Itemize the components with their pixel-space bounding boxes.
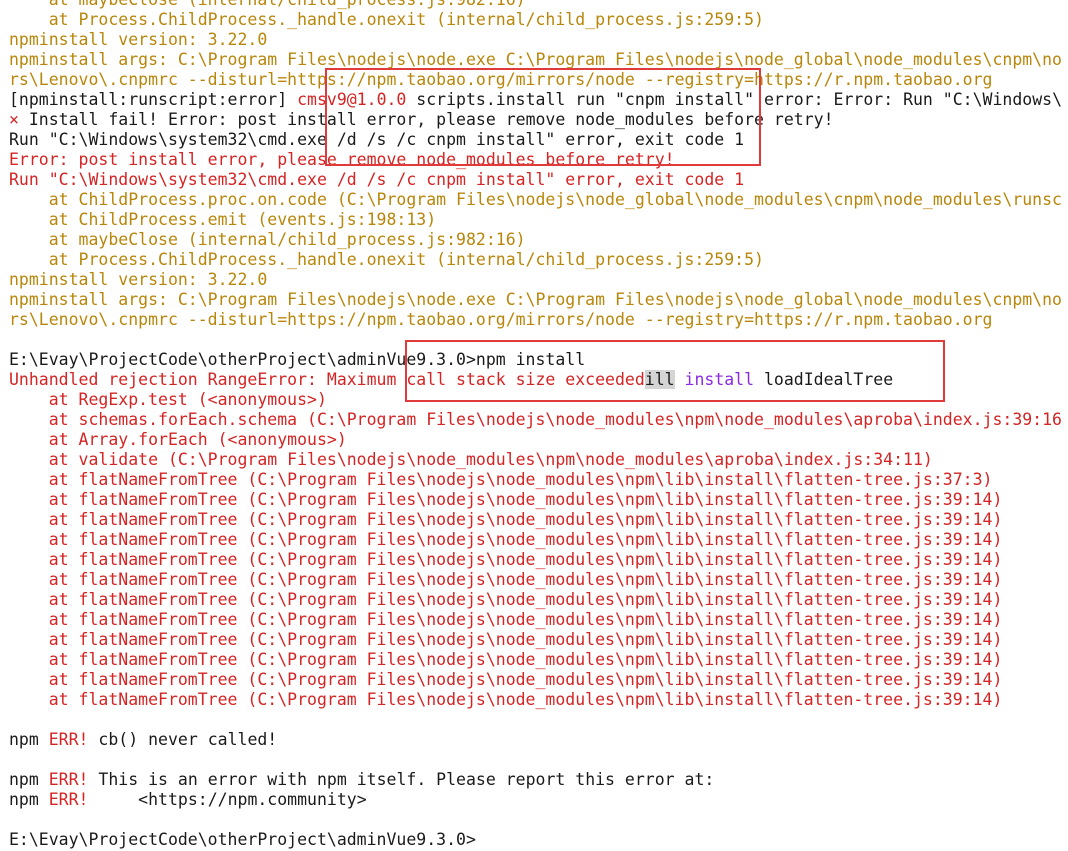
terminal-text-segment: npm xyxy=(9,730,49,749)
terminal-text-segment: at Process.ChildProcess._handle.onexit (… xyxy=(9,250,764,269)
terminal-text-segment: at flatNameFromTree (C:\Program Files\no… xyxy=(9,610,1003,629)
terminal-line: at RegExp.test (<anonymous>) xyxy=(9,390,1062,410)
terminal-text-segment: npminstall version: 3.22.0 xyxy=(9,30,268,49)
terminal-text-segment: at flatNameFromTree (C:\Program Files\no… xyxy=(9,590,1003,609)
terminal-line: at flatNameFromTree (C:\Program Files\no… xyxy=(9,590,1062,610)
terminal-line: at flatNameFromTree (C:\Program Files\no… xyxy=(9,490,1062,510)
terminal-line: at flatNameFromTree (C:\Program Files\no… xyxy=(9,530,1062,550)
terminal-text-segment: ERR! xyxy=(48,770,89,789)
terminal-line: at validate (C:\Program Files\nodejs\nod… xyxy=(9,450,1062,470)
terminal-text-segment: at flatNameFromTree (C:\Program Files\no… xyxy=(9,650,1003,669)
terminal-text-segment: at flatNameFromTree (C:\Program Files\no… xyxy=(9,470,993,489)
terminal-text-segment: E:\Evay\ProjectCode\otherProject\adminVu… xyxy=(9,350,586,369)
terminal-text-segment: E:\Evay\ProjectCode\otherProject\adminVu… xyxy=(9,830,476,849)
terminal-text-segment: at flatNameFromTree (C:\Program Files\no… xyxy=(9,510,1003,529)
terminal-text-segment: at maybeClose (internal/child_process.js… xyxy=(9,230,526,249)
terminal-text-segment: at flatNameFromTree (C:\Program Files\no… xyxy=(9,530,1003,549)
terminal-line: E:\Evay\ProjectCode\otherProject\adminVu… xyxy=(9,350,1062,370)
terminal-line: npminstall args: C:\Program Files\nodejs… xyxy=(9,290,1062,310)
terminal-line: Run "C:\Windows\system32\cmd.exe /d /s /… xyxy=(9,170,1062,190)
terminal-text-segment: at Process.ChildProcess._handle.onexit (… xyxy=(9,10,764,29)
terminal-text-segment: at flatNameFromTree (C:\Program Files\no… xyxy=(9,550,1003,569)
terminal-text-segment: ERR! xyxy=(48,790,89,809)
terminal-text-segment: at maybeClose (internal/child_process.js… xyxy=(9,0,526,9)
terminal-line: at ChildProcess.proc.on.code (C:\Program… xyxy=(9,190,1062,210)
terminal-text-segment: at flatNameFromTree (C:\Program Files\no… xyxy=(9,690,1003,709)
terminal-line: at flatNameFromTree (C:\Program Files\no… xyxy=(9,510,1062,530)
terminal-line: at Process.ChildProcess._handle.onexit (… xyxy=(9,250,1062,270)
terminal-text-segment: at validate (C:\Program Files\nodejs\nod… xyxy=(9,450,933,469)
terminal-text-segment: cmsv9@1.0.0 xyxy=(297,90,407,109)
terminal-line: npm ERR! <https://npm.community> xyxy=(9,790,1062,810)
terminal-text-segment: at flatNameFromTree (C:\Program Files\no… xyxy=(9,630,1003,649)
terminal-line: npminstall args: C:\Program Files\nodejs… xyxy=(9,50,1062,70)
terminal-text-segment: rs\Lenovo\.cnpmrc --disturl=https://npm.… xyxy=(9,70,993,89)
terminal-text-segment: at flatNameFromTree (C:\Program Files\no… xyxy=(9,490,1003,509)
terminal-line: at flatNameFromTree (C:\Program Files\no… xyxy=(9,610,1062,630)
terminal-line: at Process.ChildProcess._handle.onexit (… xyxy=(9,10,1062,30)
terminal-text-segment: This is an error with npm itself. Please… xyxy=(88,770,715,789)
terminal-text-segment: Unhandled rejection RangeError: Maximum … xyxy=(9,370,645,389)
terminal-text-segment: <https://npm.community> xyxy=(88,790,367,809)
terminal-line: at flatNameFromTree (C:\Program Files\no… xyxy=(9,630,1062,650)
terminal-text-segment: Run "C:\Windows\system32\cmd.exe /d /s /… xyxy=(9,170,745,189)
terminal-text-segment: Run "C:\Windows\system32\cmd.exe /d /s /… xyxy=(9,130,745,149)
terminal-line: at flatNameFromTree (C:\Program Files\no… xyxy=(9,570,1062,590)
terminal-line: at flatNameFromTree (C:\Program Files\no… xyxy=(9,670,1062,690)
terminal-text-segment: Install fail! Error: post install error,… xyxy=(28,110,834,129)
terminal-line: Run "C:\Windows\system32\cmd.exe /d /s /… xyxy=(9,130,1062,150)
terminal-line: E:\Evay\ProjectCode\otherProject\adminVu… xyxy=(9,830,1062,850)
terminal-line: Unhandled rejection RangeError: Maximum … xyxy=(9,370,1062,390)
terminal-text-segment: npminstall version: 3.22.0 xyxy=(9,270,268,289)
terminal-text-segment: at flatNameFromTree (C:\Program Files\no… xyxy=(9,570,1003,589)
terminal-line: at maybeClose (internal/child_process.js… xyxy=(9,0,1062,10)
terminal-line: at flatNameFromTree (C:\Program Files\no… xyxy=(9,550,1062,570)
terminal-line: rs\Lenovo\.cnpmrc --disturl=https://npm.… xyxy=(9,310,1062,330)
terminal-window[interactable]: at maybeClose (internal/child_process.js… xyxy=(0,0,1068,851)
terminal-text-segment: at flatNameFromTree (C:\Program Files\no… xyxy=(9,670,1003,689)
terminal-line: rs\Lenovo\.cnpmrc --disturl=https://npm.… xyxy=(9,70,1062,90)
terminal-text-segment: ERR! xyxy=(48,730,89,749)
terminal-text-segment: at RegExp.test (<anonymous>) xyxy=(9,390,327,409)
terminal-line: npminstall version: 3.22.0 xyxy=(9,270,1062,290)
terminal-line: at flatNameFromTree (C:\Program Files\no… xyxy=(9,470,1062,490)
terminal-text-segment: install xyxy=(684,370,755,389)
terminal-text-segment: npm xyxy=(9,790,49,809)
terminal-line: npminstall version: 3.22.0 xyxy=(9,30,1062,50)
terminal-text-segment: npminstall args: C:\Program Files\nodejs… xyxy=(9,50,1062,69)
terminal-text-segment: at ChildProcess.emit (events.js:198:13) xyxy=(9,210,437,229)
terminal-text-segment: npminstall args: C:\Program Files\nodejs… xyxy=(9,290,1062,309)
terminal-line: Error: post install error, please remove… xyxy=(9,150,1062,170)
terminal-line: at Array.forEach (<anonymous>) xyxy=(9,430,1062,450)
terminal-line: at ChildProcess.emit (events.js:198:13) xyxy=(9,210,1062,230)
terminal-text-segment: at schemas.forEach.schema (C:\Program Fi… xyxy=(9,410,1062,429)
terminal-line: at schemas.forEach.schema (C:\Program Fi… xyxy=(9,410,1062,430)
terminal-text-segment: at ChildProcess.proc.on.code (C:\Program… xyxy=(9,190,1062,209)
terminal-line: [npminstall:runscript:error] cmsv9@1.0.0… xyxy=(9,90,1062,110)
terminal-text-segment: npm xyxy=(9,770,49,789)
terminal-text-segment: [npminstall:runscript:error] xyxy=(9,90,298,109)
terminal-text-segment: rs\Lenovo\.cnpmrc --disturl=https://npm.… xyxy=(9,310,993,329)
terminal-text-segment: scripts.install run "cnpm install" error… xyxy=(406,90,1063,109)
terminal-text-segment: cb() never called! xyxy=(88,730,278,749)
terminal-output: at maybeClose (internal/child_process.js… xyxy=(9,0,1062,850)
terminal-text-segment: at Array.forEach (<anonymous>) xyxy=(9,430,347,449)
terminal-line: at flatNameFromTree (C:\Program Files\no… xyxy=(9,650,1062,670)
terminal-text-segment: × xyxy=(9,110,29,129)
terminal-line: at maybeClose (internal/child_process.js… xyxy=(9,230,1062,250)
terminal-text-segment: Error: post install error, please remove… xyxy=(9,150,675,169)
terminal-text-segment: ill xyxy=(644,370,675,389)
terminal-line: × Install fail! Error: post install erro… xyxy=(9,110,1062,130)
terminal-line: at flatNameFromTree (C:\Program Files\no… xyxy=(9,690,1062,710)
terminal-line: npm ERR! This is an error with npm itsel… xyxy=(9,770,1062,790)
terminal-line: npm ERR! cb() never called! xyxy=(9,730,1062,750)
terminal-text-segment: loadIdealTree xyxy=(754,370,894,389)
